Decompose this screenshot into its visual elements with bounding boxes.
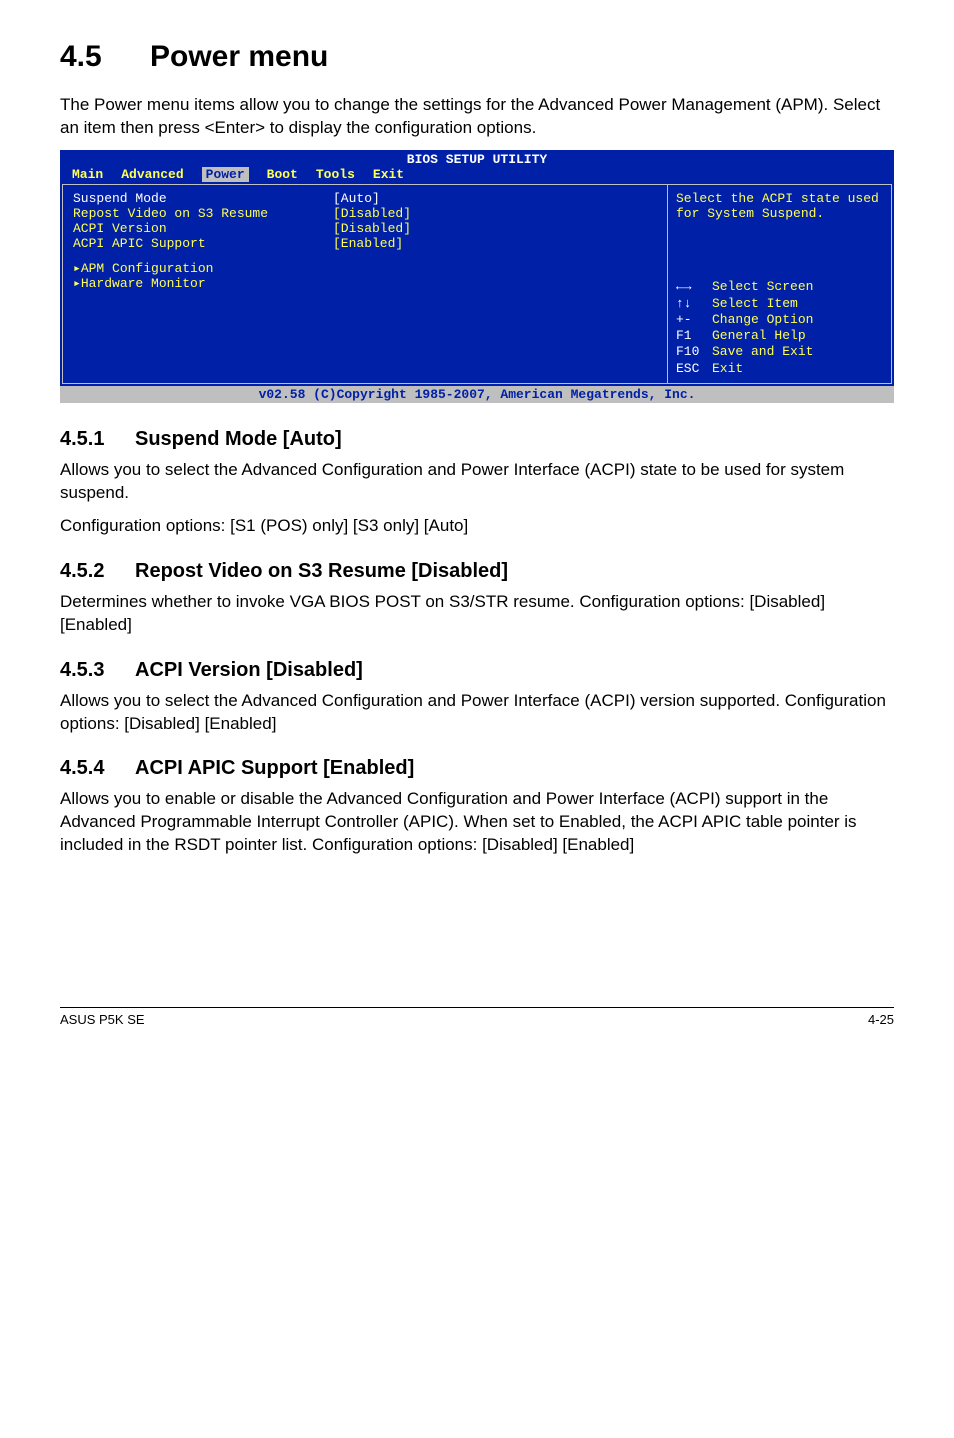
subsection-para: Allows you to enable or disable the Adva… [60,788,894,857]
subsection-number: 4.5.3 [60,659,135,682]
key: F10 [676,344,712,360]
key: ←→ [676,279,712,295]
bios-row-label: ACPI Version [73,221,333,236]
bios-footer: v02.58 (C)Copyright 1985-2007, American … [60,386,894,403]
key-desc: Change Option [712,312,813,327]
bios-row-value: [Disabled] [333,221,411,236]
section-title-text: Power menu [150,40,328,73]
bios-tab-main[interactable]: Main [72,167,103,182]
bios-tab-advanced[interactable]: Advanced [121,167,183,182]
key: ESC [676,361,712,377]
bios-submenu-apm[interactable]: APM Configuration [73,261,657,276]
key-desc: Exit [712,361,743,376]
bios-title: BIOS SETUP UTILITY [60,150,894,167]
key: F1 [676,328,712,344]
bios-settings-panel: Suspend Mode [Auto] Repost Video on S3 R… [62,184,667,384]
bios-row-suspend-mode[interactable]: Suspend Mode [Auto] [73,191,657,206]
key-desc: General Help [712,328,806,343]
footer-right: 4-25 [868,1012,894,1027]
bios-row-label: ACPI APIC Support [73,236,333,251]
subsection-number: 4.5.2 [60,560,135,583]
bios-tab-exit[interactable]: Exit [373,167,404,182]
page-footer: ASUS P5K SE 4-25 [60,1007,894,1027]
bios-submenu-label: Hardware Monitor [81,276,206,291]
bios-tab-power[interactable]: Power [202,167,249,182]
subsection-para: Determines whether to invoke VGA BIOS PO… [60,591,894,637]
bios-row-value: [Enabled] [333,236,403,251]
subsection-title: ACPI APIC Support [Enabled] [135,757,414,779]
bios-submenu-label: APM Configuration [81,261,214,276]
section-heading: 4.5Power menu [60,40,894,74]
subsection-title: Repost Video on S3 Resume [Disabled] [135,560,508,582]
bios-row-value: [Disabled] [333,206,411,221]
key-desc: Save and Exit [712,344,813,359]
subsection-para: Configuration options: [S1 (POS) only] [… [60,515,894,538]
bios-submenu-hwmon[interactable]: Hardware Monitor [73,276,657,291]
footer-left: ASUS P5K SE [60,1012,145,1027]
key: +- [676,312,712,328]
subsection-heading: 4.5.4ACPI APIC Support [Enabled] [60,757,894,780]
subsection-number: 4.5.1 [60,428,135,451]
bios-row-label: Suspend Mode [73,191,333,206]
key: ↑↓ [676,296,712,312]
bios-row-value: [Auto] [333,191,380,206]
bios-tab-tools[interactable]: Tools [316,167,355,182]
bios-tab-bar: Main Advanced Power Boot Tools Exit [60,167,894,184]
bios-row-acpi-apic[interactable]: ACPI APIC Support [Enabled] [73,236,657,251]
subsection-number: 4.5.4 [60,757,135,780]
bios-row-repost-video[interactable]: Repost Video on S3 Resume [Disabled] [73,206,657,221]
bios-tab-boot[interactable]: Boot [267,167,298,182]
subsection-heading: 4.5.3ACPI Version [Disabled] [60,659,894,682]
key-desc: Select Screen [712,279,813,294]
subsection-title: Suspend Mode [Auto] [135,428,342,450]
subsection-para: Allows you to select the Advanced Config… [60,459,894,505]
subsection-heading: 4.5.1Suspend Mode [Auto] [60,428,894,451]
subsection-heading: 4.5.2Repost Video on S3 Resume [Disabled… [60,560,894,583]
section-number: 4.5 [60,40,150,74]
bios-help-text: Select the ACPI state used for System Su… [676,191,883,222]
key-desc: Select Item [712,296,798,311]
bios-row-label: Repost Video on S3 Resume [73,206,333,221]
bios-screenshot: BIOS SETUP UTILITY Main Advanced Power B… [60,150,894,403]
subsection-title: ACPI Version [Disabled] [135,659,363,681]
intro-paragraph: The Power menu items allow you to change… [60,94,894,140]
bios-key-legend: ←→Select Screen ↑↓Select Item +-Change O… [676,279,883,377]
bios-row-acpi-version[interactable]: ACPI Version [Disabled] [73,221,657,236]
bios-help-panel: Select the ACPI state used for System Su… [667,184,892,384]
subsection-para: Allows you to select the Advanced Config… [60,690,894,736]
